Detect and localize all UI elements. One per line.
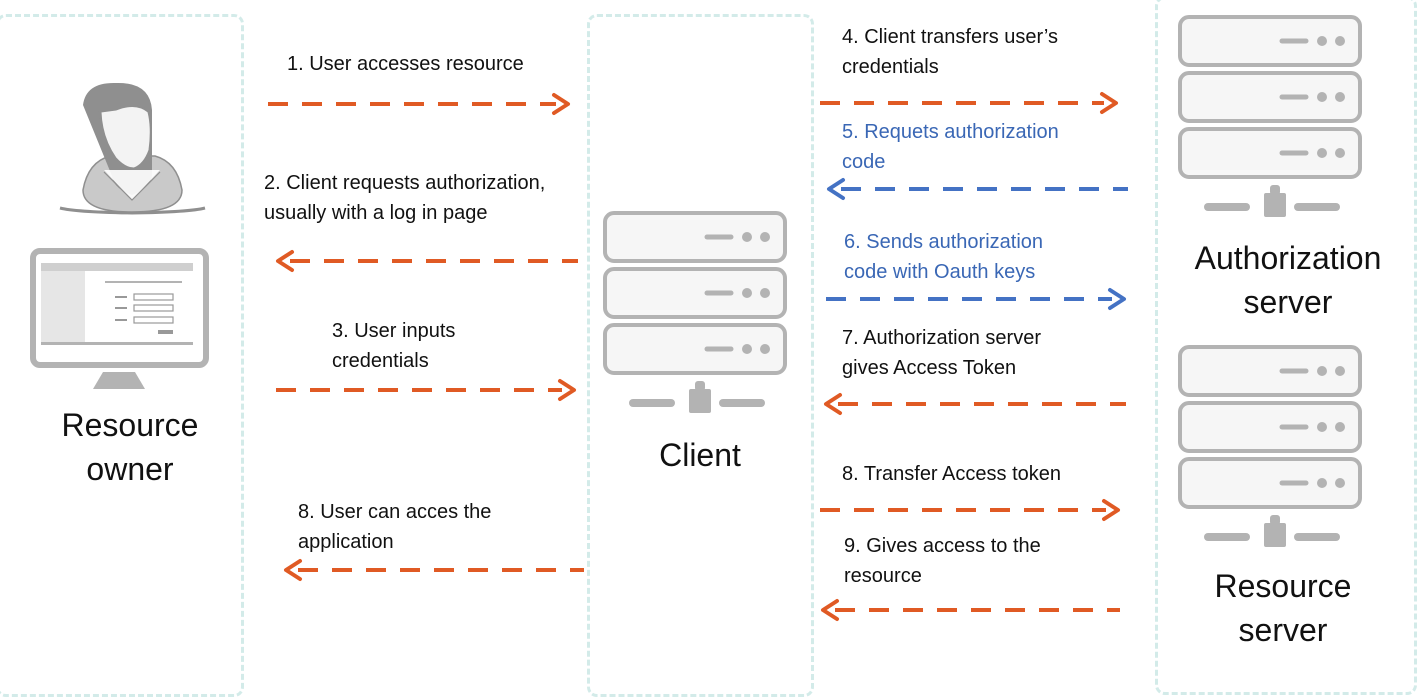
arrow-head-icon (284, 559, 302, 581)
step-label-1: 1. User accesses resource (287, 53, 524, 75)
client-server-icon (605, 213, 785, 413)
actor-label-authorization-server: Authorization server (1194, 240, 1382, 320)
step-label-9: 9. Gives access to the resource (844, 535, 1041, 587)
step-label-5: 5. Requets authorization code (842, 121, 1059, 173)
step-label-7: 7. Authorization server gives Access Tok… (842, 327, 1041, 379)
arrow-head-icon (827, 178, 845, 200)
arrow-s1 (268, 93, 570, 115)
arrow-s4 (820, 92, 1118, 114)
arrow-head-icon (1108, 288, 1126, 310)
arrow-s8b (820, 499, 1120, 521)
arrow-s9 (821, 599, 1120, 621)
step-label-4: 4. Client transfers user’s credentials (842, 26, 1059, 78)
actor-label-client: Client (659, 437, 741, 473)
step-label-8a: 8. User can acces the application (298, 501, 492, 553)
actor-label-resource-server: Resource server (1214, 568, 1352, 648)
arrow-s5 (827, 178, 1128, 200)
arrow-head-icon (821, 599, 839, 621)
arrow-s2 (276, 250, 578, 272)
arrow-head-icon (1102, 499, 1120, 521)
resource-server-icon (1180, 347, 1360, 547)
arrow-head-icon (1100, 92, 1118, 114)
arrow-head-icon (276, 250, 294, 272)
monitor-login-icon (30, 248, 209, 389)
step-label-6: 6. Sends authorization code with Oauth k… (844, 231, 1044, 283)
step-label-3: 3. User inputs credentials (332, 320, 456, 372)
step-label-8b: 8. Transfer Access token (842, 463, 1061, 485)
arrow-head-icon (824, 393, 842, 415)
user-avatar-icon (59, 82, 206, 215)
arrow-head-icon (558, 379, 576, 401)
arrow-s3 (276, 379, 576, 401)
arrow-s8a (284, 559, 584, 581)
actor-label-resource-owner: Resource owner (61, 407, 199, 487)
step-label-2: 2. Client requests authorization, usuall… (264, 172, 546, 224)
arrow-s7 (824, 393, 1126, 415)
authorization-server-icon (1180, 17, 1360, 217)
arrow-s6 (826, 288, 1126, 310)
arrow-head-icon (552, 93, 570, 115)
